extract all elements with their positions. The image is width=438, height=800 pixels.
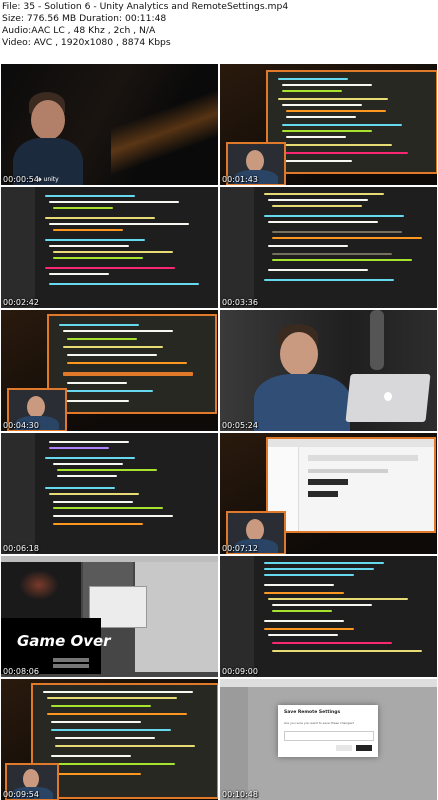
thumbnail-code-orange[interactable]: 00:09:54 <box>1 679 218 800</box>
dialog-title: Save Remote Settings <box>284 710 341 715</box>
video-info-line: Video: AVC , 1920x1080 , 8874 Kbps <box>2 37 171 48</box>
size-duration-line: Size: 776.56 MB Duration: 00:11:48 <box>2 13 167 24</box>
timestamp: 00:06:18 <box>3 544 39 553</box>
timestamp: 00:01:43 <box>222 175 258 184</box>
file-info-header: File: 35 - Solution 6 - Unity Analytics … <box>2 1 436 63</box>
dialog-body: Are you sure you want to save these chan… <box>284 721 355 725</box>
thumbnail-code-orange[interactable]: 00:04:30 <box>1 310 218 431</box>
save-dialog: Save Remote Settings Are you sure you wa… <box>278 705 378 757</box>
timestamp: 00:04:30 <box>3 421 39 430</box>
timestamp: 00:05:24 <box>222 421 258 430</box>
timestamp: 00:10:48 <box>222 790 258 799</box>
cancel-button[interactable] <box>336 745 352 751</box>
unity-logo-icon: ◆ unity <box>37 176 59 183</box>
thumbnail-code-orange[interactable]: 00:01:43 <box>220 64 437 185</box>
thumbnail-code-editor[interactable]: 00:06:18 <box>1 433 218 554</box>
thumbnail-code-editor[interactable]: 00:03:36 <box>220 187 437 308</box>
timestamp: 00:02:42 <box>3 298 39 307</box>
file-name-line: File: 35 - Solution 6 - Unity Analytics … <box>2 1 289 12</box>
thumbnail-code-editor[interactable]: 00:02:42 <box>1 187 218 308</box>
thumbnail-unity-game[interactable]: Game Over 00:08:06 <box>1 556 218 677</box>
thumbnail-web-dialog[interactable]: Save Remote Settings Are you sure you wa… <box>220 679 437 800</box>
timestamp: 00:03:36 <box>222 298 258 307</box>
audio-info-line: Audio:AAC LC , 48 Khz , 2ch , N/A <box>2 25 156 36</box>
timestamp: 00:09:00 <box>222 667 258 676</box>
thumbnail-grid: ◆ unity 00:00:54 00:01:43 00:02:42 00:03… <box>0 64 438 800</box>
thumbnail-presenter-dark[interactable]: ◆ unity 00:00:54 <box>1 64 218 185</box>
game-over-text: Game Over <box>17 632 111 650</box>
save-button[interactable] <box>356 745 372 751</box>
timestamp: 00:08:06 <box>3 667 39 676</box>
thumbnail-code-editor[interactable]: 00:09:00 <box>220 556 437 677</box>
timestamp: 00:09:54 <box>3 790 39 799</box>
timestamp: 00:07:12 <box>222 544 258 553</box>
thumbnail-web-orange[interactable]: 00:07:12 <box>220 433 437 554</box>
thumbnail-presenter-laptop[interactable]: 00:05:24 <box>220 310 437 431</box>
timestamp: 00:00:54 <box>3 175 39 184</box>
